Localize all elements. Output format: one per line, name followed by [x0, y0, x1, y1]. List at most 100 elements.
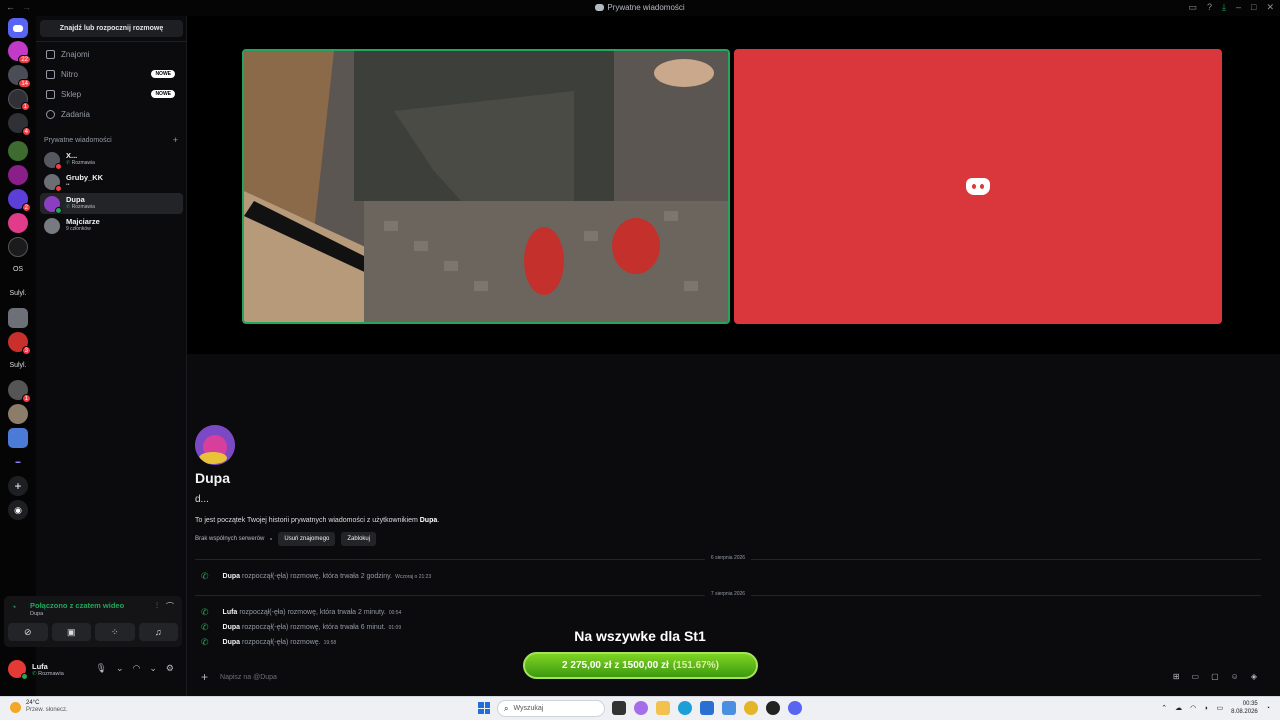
download-icon[interactable]: ⤓ — [1222, 2, 1226, 13]
server-icon[interactable] — [8, 428, 28, 448]
phone-icon: ✆ — [66, 204, 71, 210]
minimize-icon[interactable]: – — [1236, 2, 1241, 13]
app-icon[interactable] — [722, 701, 736, 715]
dm-item-selected[interactable]: Dupa ✆ Rozmawia — [40, 193, 183, 214]
battery-icon[interactable]: ▭ — [1216, 704, 1223, 712]
disconnect-icon[interactable]: ⌒ — [166, 601, 174, 612]
server-icon[interactable]: 4 — [8, 113, 31, 136]
video-call-area — [187, 16, 1280, 354]
server-icon[interactable]: 2 — [8, 189, 31, 212]
phone-icon: ✆ — [32, 670, 37, 677]
discord-app: ← → Prywatne wiadomości ▭ ? ⤓ – □ ✕ 22 1… — [0, 0, 1280, 696]
dm-header: Prywatne wiadomości — [44, 137, 112, 144]
server-icon[interactable] — [8, 165, 28, 185]
obs-icon[interactable] — [766, 701, 780, 715]
dm-item[interactable]: X... ✆ Rozmawia — [40, 149, 183, 170]
avatar[interactable] — [8, 660, 28, 680]
nav-quests[interactable]: Zadania — [40, 105, 183, 123]
weather-widget[interactable]: 24°C Przew. słonecz. — [10, 700, 68, 714]
server-icon[interactable]: 1 — [8, 380, 31, 403]
copilot-icon[interactable] — [634, 701, 648, 715]
block-button[interactable]: Zablokuj — [341, 532, 377, 546]
microphone-icon[interactable]: 🎙︎ — [96, 663, 107, 674]
server-icon[interactable]: 22 — [8, 41, 31, 64]
nav-shop[interactable]: Sklep NOWE — [40, 85, 183, 103]
message-input[interactable]: Napisz na @Dupa — [220, 674, 277, 681]
chrome-icon[interactable] — [744, 701, 758, 715]
create-dm-icon[interactable]: + — [173, 135, 178, 145]
store-icon[interactable] — [700, 701, 714, 715]
gift-icon[interactable]: ⊞ — [1173, 672, 1180, 681]
help-icon[interactable]: ? — [1207, 2, 1212, 13]
notifications-icon[interactable]: ◔ — [1266, 705, 1270, 712]
gif-icon[interactable]: ▭ — [1192, 672, 1200, 681]
nav-friends[interactable]: Znajomi — [40, 45, 183, 63]
server-folder-label[interactable]: Sulyl. — [0, 290, 36, 297]
call-message: ✆ Lufa rozpoczął(-ęła) rozmowę, która trwa… — [201, 607, 402, 617]
dm-sidebar: Znajdź lub rozpocznij rozmowę Znajomi Ni… — [36, 16, 187, 696]
sticker-icon[interactable]: ▢ — [1211, 672, 1219, 681]
phone-icon: ✆ — [201, 637, 209, 647]
discord-home-icon[interactable] — [8, 18, 28, 38]
maximize-icon[interactable]: □ — [1251, 2, 1256, 13]
cloud-icon[interactable]: ☁ — [1175, 704, 1182, 712]
edge-icon[interactable] — [678, 701, 692, 715]
attach-plus-icon[interactable]: + — [201, 670, 208, 684]
server-folder-label[interactable]: Sulyl. — [0, 362, 36, 369]
server-icon[interactable] — [8, 141, 28, 161]
server-icon[interactable] — [8, 404, 28, 424]
chevron-down-icon[interactable]: ⌄ — [116, 663, 124, 674]
profile-handle: d... — [195, 494, 209, 505]
volume-icon[interactable]: ◗ — [1204, 705, 1208, 712]
soundboard-button[interactable]: ♫ — [138, 623, 178, 641]
profile-avatar[interactable] — [195, 425, 235, 465]
network-icon[interactable]: ◠ — [1190, 704, 1196, 712]
noise-suppression-icon[interactable]: ⫶ — [156, 601, 158, 612]
dm-intro: To jest początek Twojej historii prywatn… — [195, 517, 440, 524]
video-tile[interactable] — [242, 49, 730, 324]
gear-icon[interactable]: ⚙ — [166, 663, 174, 674]
chevron-up-icon[interactable]: ⌃ — [1161, 704, 1167, 712]
apps-icon[interactable]: ◈ — [1251, 672, 1257, 681]
find-conversation-button[interactable]: Znajdź lub rozpocznij rozmowę — [40, 20, 183, 37]
server-icon[interactable]: 3 — [8, 332, 31, 355]
server-icon[interactable]: ▬ — [8, 452, 28, 472]
task-view-icon[interactable] — [612, 701, 626, 715]
server-folder-os[interactable]: OS — [0, 266, 36, 273]
emoji-icon[interactable]: ☺ — [1231, 672, 1239, 681]
server-icon[interactable] — [8, 308, 28, 328]
inbox-icon[interactable]: ▭ — [1188, 2, 1197, 13]
add-server-icon[interactable]: + — [8, 476, 28, 496]
server-icon[interactable]: 1 — [8, 89, 30, 111]
dm-item[interactable]: Gruby_KK •• — [40, 171, 183, 192]
chevron-down-icon[interactable]: ⌄ — [149, 663, 157, 674]
taskbar-search[interactable]: ⌕ Wyszukaj — [497, 700, 605, 717]
screen-share-button[interactable]: ▣ — [51, 623, 91, 641]
discover-icon[interactable]: ◉ — [8, 500, 28, 520]
close-icon[interactable]: ✕ — [1266, 2, 1274, 13]
video-tile-camera-off[interactable] — [734, 49, 1222, 324]
avatar — [44, 195, 62, 214]
sun-icon — [10, 701, 21, 713]
title-bar-controls: ▭ ? ⤓ – □ ✕ — [1188, 2, 1274, 13]
remove-friend-button[interactable]: Usuń znajomego — [278, 532, 336, 546]
unread-badge: 22 — [18, 55, 31, 64]
camera-off-button[interactable]: ⊘ — [8, 623, 48, 641]
unread-badge: 4 — [21, 127, 31, 136]
discord-taskbar-icon[interactable] — [788, 701, 802, 715]
server-icon[interactable] — [8, 213, 28, 233]
avatar-image — [195, 425, 235, 465]
clock[interactable]: 00:35 8.08.2026 — [1231, 700, 1258, 716]
voice-status[interactable]: Połączono z czatem wideo — [30, 601, 124, 610]
file-explorer-icon[interactable] — [656, 701, 670, 715]
avatar — [44, 151, 62, 170]
call-message: ✆ Dupa rozpoczął(-ęła) rozmowę. 19:58 — [201, 637, 337, 647]
dm-item[interactable]: Majciarze 9 członków — [40, 215, 183, 236]
headphones-icon[interactable]: ◠ — [133, 663, 141, 674]
server-icon[interactable] — [8, 237, 28, 257]
windows-start-icon[interactable] — [478, 702, 490, 714]
server-icon[interactable]: 14 — [8, 65, 31, 88]
activities-button[interactable]: ⁘ — [95, 623, 135, 641]
nav-nitro[interactable]: Nitro NOWE — [40, 65, 183, 83]
nitro-icon — [46, 69, 55, 79]
